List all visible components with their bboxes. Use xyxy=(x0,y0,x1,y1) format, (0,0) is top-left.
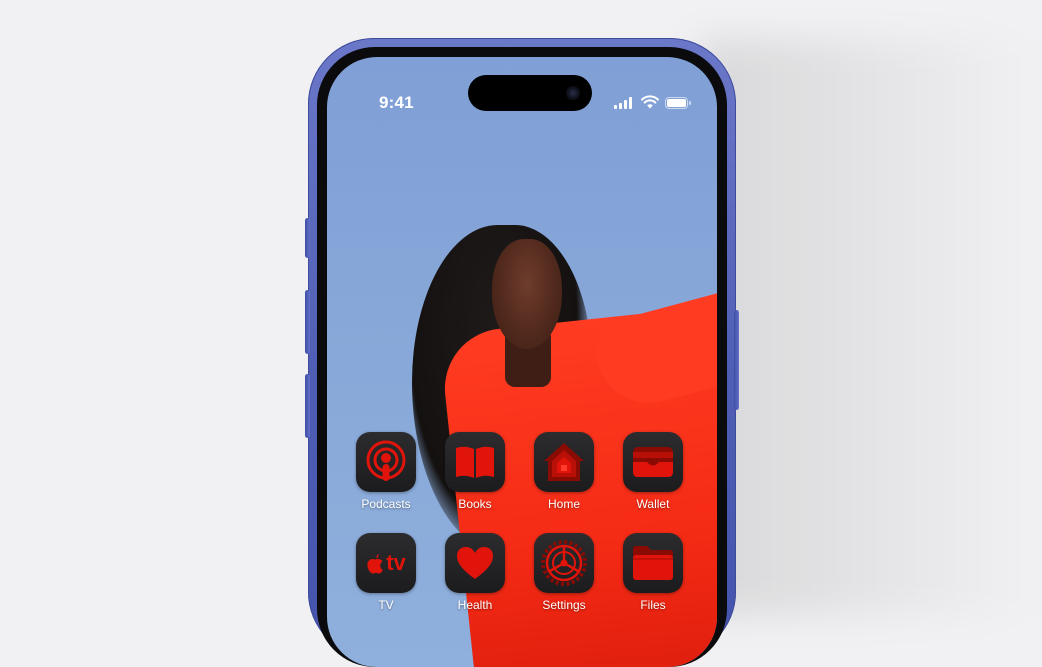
tv-icon-text: tv xyxy=(386,550,406,575)
home-icon[interactable] xyxy=(534,432,594,492)
app-label: Health xyxy=(457,598,493,612)
app-label: Books xyxy=(458,497,492,511)
front-camera-icon xyxy=(566,86,580,100)
action-button[interactable] xyxy=(305,218,310,258)
app-files[interactable]: Files xyxy=(623,533,683,612)
volume-down-button[interactable] xyxy=(305,374,310,438)
power-button[interactable] xyxy=(734,310,739,410)
app-wallet[interactable]: Wallet xyxy=(623,432,683,511)
battery-icon xyxy=(665,97,691,109)
app-label: Files xyxy=(640,598,666,612)
app-label: Home xyxy=(547,497,580,511)
app-label: Podcasts xyxy=(361,497,411,511)
status-time: 9:41 xyxy=(379,93,414,112)
settings-icon[interactable] xyxy=(534,533,594,593)
dynamic-island xyxy=(468,75,592,111)
wallet-icon[interactable] xyxy=(623,432,683,492)
app-books[interactable]: Books xyxy=(445,432,505,511)
app-label: TV xyxy=(378,598,394,612)
screen-bezel: 9:41 Podcasts Books Home Wallet tv TV He… xyxy=(317,47,727,667)
phone-shadow xyxy=(700,40,1040,615)
iphone-frame: 9:41 Podcasts Books Home Wallet tv TV He… xyxy=(305,38,739,667)
app-settings[interactable]: Settings xyxy=(534,533,594,612)
books-icon[interactable] xyxy=(445,432,505,492)
podcasts-icon[interactable] xyxy=(356,432,416,492)
files-icon[interactable] xyxy=(623,533,683,593)
wifi-icon xyxy=(641,95,659,109)
wallpaper-face xyxy=(492,239,562,349)
app-label: Settings xyxy=(542,598,586,612)
app-health[interactable]: Health xyxy=(445,533,505,612)
tv-icon[interactable]: tv xyxy=(356,533,416,593)
app-podcasts[interactable]: Podcasts xyxy=(356,432,416,511)
cellular-signal-icon xyxy=(614,97,634,109)
app-tv[interactable]: tv TV xyxy=(356,533,416,612)
home-screen: 9:41 Podcasts Books Home Wallet tv TV He… xyxy=(327,57,717,667)
app-label: Wallet xyxy=(636,497,670,511)
app-home[interactable]: Home xyxy=(534,432,594,511)
health-icon[interactable] xyxy=(445,533,505,593)
app-grid: Podcasts Books Home Wallet tv TV Health … xyxy=(356,432,696,612)
volume-up-button[interactable] xyxy=(305,290,310,354)
